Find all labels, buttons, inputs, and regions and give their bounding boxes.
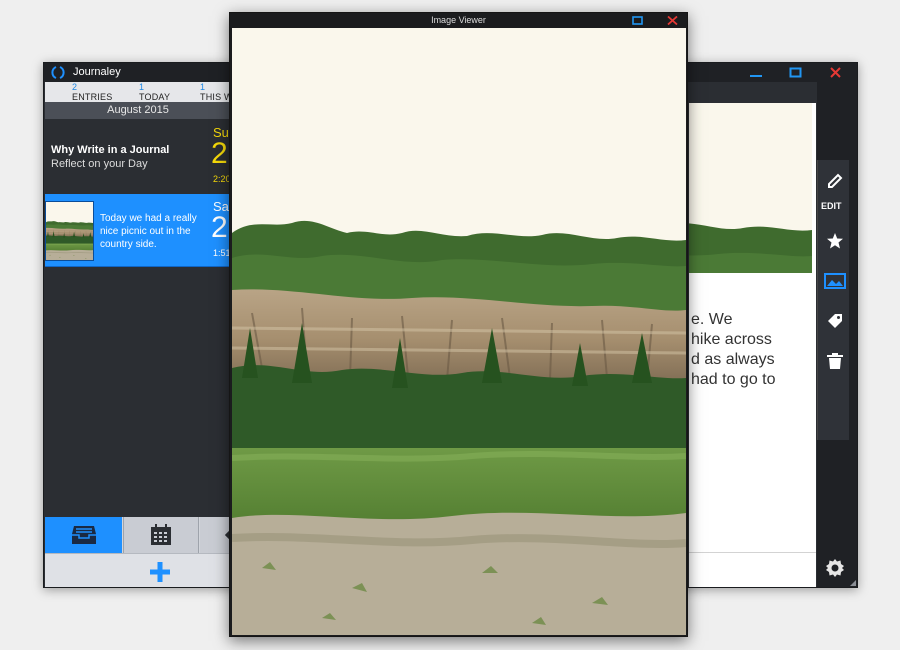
entry-body-text: e. We hike across d as always had to go … bbox=[691, 310, 816, 390]
stat-label: ENTRIES bbox=[72, 92, 113, 102]
entry-date: 2 bbox=[211, 137, 228, 170]
viewer-maximize-button[interactable] bbox=[623, 13, 651, 27]
edit-button[interactable]: EDIT bbox=[818, 168, 850, 212]
month-header: August 2015 bbox=[45, 102, 231, 119]
stat-value: 1 bbox=[200, 82, 206, 92]
close-icon bbox=[830, 67, 841, 78]
inbox-icon bbox=[72, 526, 96, 544]
entry-body-line: hike across bbox=[691, 331, 772, 348]
right-toolbar: EDIT bbox=[817, 82, 857, 587]
image-icon bbox=[824, 273, 846, 289]
entry-subtitle: Reflect on your Day bbox=[51, 158, 148, 170]
tag-icon bbox=[828, 314, 842, 328]
journal-entry-selected[interactable]: Today we had a really nice picnic out in… bbox=[45, 194, 231, 267]
tool-panel: EDIT bbox=[817, 160, 849, 440]
stat-label: THIS WEEK bbox=[200, 92, 231, 102]
minimize-icon bbox=[750, 75, 762, 77]
stat-value: 2 bbox=[72, 82, 78, 92]
entry-body-line: had to go to bbox=[691, 371, 776, 388]
maximize-icon bbox=[632, 16, 643, 25]
entry-photo[interactable] bbox=[689, 103, 816, 273]
edit-label: EDIT bbox=[821, 201, 842, 211]
stats-bar: 2 ENTRIES 1 TODAY 1 THIS WEEK bbox=[45, 82, 231, 102]
edit-icon bbox=[828, 173, 843, 188]
entry-body-line: d as always bbox=[691, 351, 775, 368]
close-icon bbox=[667, 16, 678, 25]
entry-time: 1:51 bbox=[213, 248, 231, 258]
star-icon bbox=[827, 233, 843, 249]
maximize-button[interactable] bbox=[777, 63, 815, 82]
star-button[interactable] bbox=[818, 228, 850, 266]
calendar-icon bbox=[151, 524, 171, 545]
entry-body-line: e. We bbox=[691, 311, 733, 328]
viewer-image bbox=[232, 28, 686, 635]
tab-calendar[interactable] bbox=[123, 517, 199, 553]
entry-view-footer bbox=[689, 552, 816, 587]
viewer-title: Image Viewer bbox=[431, 15, 486, 25]
stat-label: TODAY bbox=[139, 92, 171, 102]
tab-more[interactable] bbox=[200, 517, 235, 553]
entry-date: 2 bbox=[211, 211, 228, 244]
minimize-button[interactable] bbox=[737, 63, 775, 82]
maximize-icon bbox=[789, 67, 802, 78]
image-button[interactable] bbox=[818, 268, 850, 306]
stat-today[interactable]: 1 TODAY bbox=[139, 82, 209, 102]
entry-title: Why Write in a Journal bbox=[51, 144, 170, 156]
add-entry-bar bbox=[45, 553, 231, 587]
journal-entry[interactable]: Why Write in a Journal Reflect on your D… bbox=[45, 120, 231, 193]
image-viewer-window: Image Viewer bbox=[229, 12, 688, 637]
gear-icon[interactable] bbox=[825, 558, 845, 578]
entry-time: 2:20 bbox=[213, 174, 231, 184]
close-button[interactable] bbox=[817, 63, 855, 82]
app-title: Journaley bbox=[73, 66, 121, 78]
tag-button[interactable] bbox=[818, 308, 850, 346]
entry-view-pane: e. We hike across d as always had to go … bbox=[689, 103, 816, 587]
entry-thumbnail bbox=[45, 201, 94, 261]
tab-entries[interactable] bbox=[45, 517, 122, 553]
viewer-titlebar: Image Viewer bbox=[230, 13, 687, 28]
delete-button[interactable] bbox=[818, 348, 850, 386]
stat-entries[interactable]: 2 ENTRIES bbox=[72, 82, 142, 102]
stat-this-week[interactable]: 1 THIS WEEK bbox=[200, 82, 231, 102]
resize-grip-icon[interactable] bbox=[850, 580, 856, 586]
add-icon[interactable] bbox=[148, 560, 172, 584]
viewer-close-button[interactable] bbox=[658, 13, 686, 27]
journaley-logo-icon bbox=[51, 66, 65, 79]
bottom-tabs bbox=[45, 517, 235, 553]
entry-preview-text: Today we had a really nice picnic out in… bbox=[100, 213, 197, 250]
trash-icon bbox=[827, 353, 843, 369]
stat-value: 1 bbox=[139, 82, 145, 92]
